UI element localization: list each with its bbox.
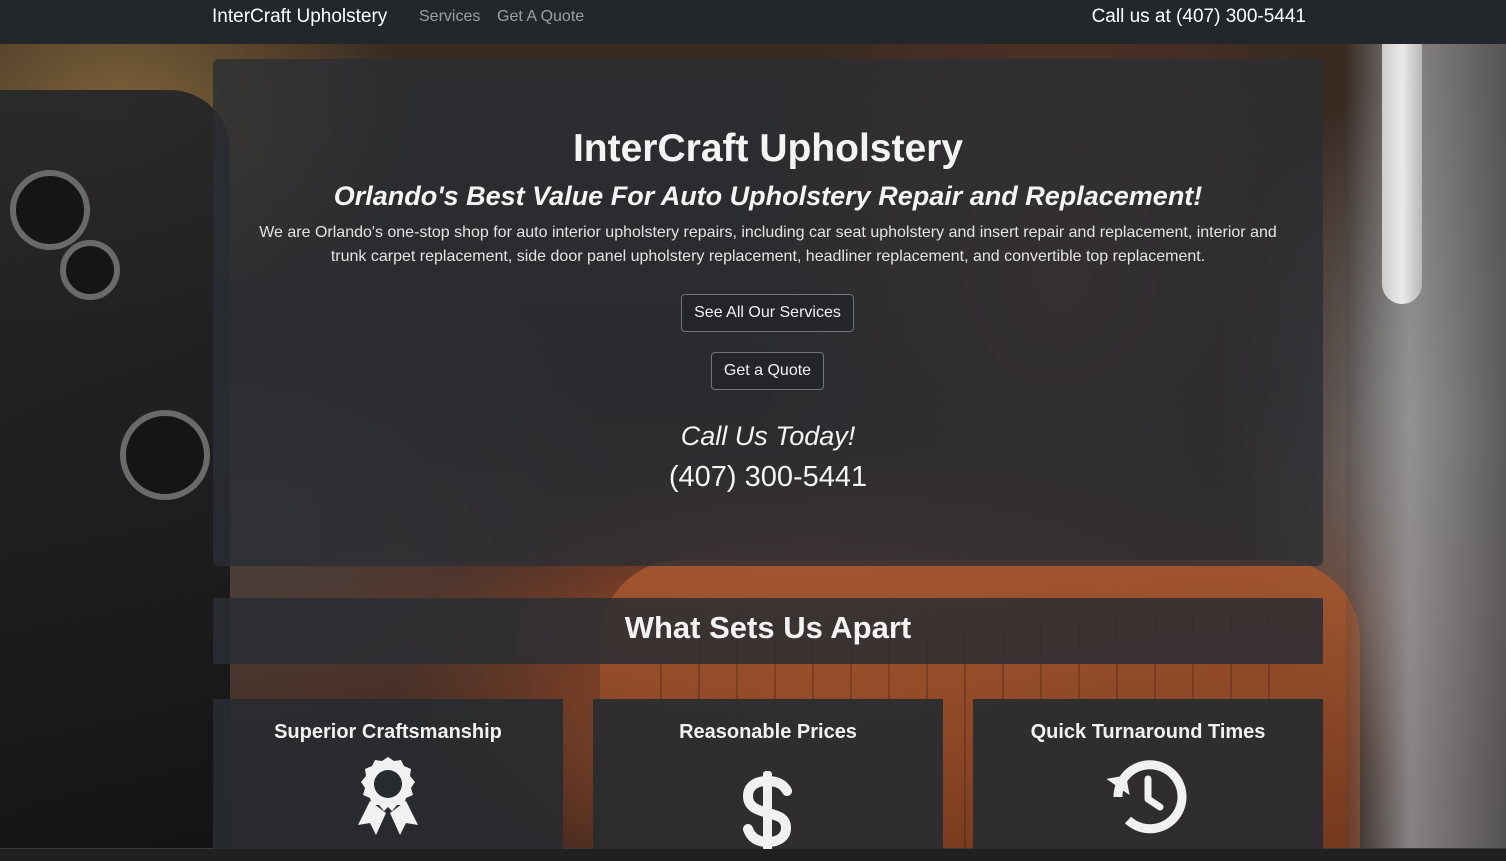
hero-card: InterCraft Upholstery Orlando's Best Val…	[213, 59, 1323, 566]
hero-phone-link[interactable]: (407) 300-5441	[213, 461, 1323, 494]
brand-link[interactable]: InterCraft Upholstery	[212, 6, 387, 28]
nav-link-services[interactable]: Services	[419, 8, 480, 26]
feature-card-turnaround: Quick Turnaround Times	[973, 699, 1323, 849]
award-icon	[356, 755, 420, 844]
history-icon	[1106, 755, 1190, 844]
background-vent	[60, 240, 120, 300]
dollar-icon	[742, 771, 793, 849]
background-door	[1346, 44, 1506, 861]
feature-card-craftsmanship: Superior Craftsmanship	[213, 699, 563, 849]
see-all-services-button[interactable]: See All Our Services	[681, 294, 854, 332]
hero-title: InterCraft Upholstery	[572, 127, 964, 170]
nav-phone-link[interactable]: Call us at (407) 300-5441	[1092, 6, 1306, 28]
navbar: InterCraft Upholstery Services Get A Quo…	[0, 0, 1506, 44]
background-pillar	[1382, 44, 1422, 304]
hero-subtitle: Orlando's Best Value For Auto Upholstery…	[333, 181, 1203, 211]
nav-link-get-a-quote[interactable]: Get A Quote	[497, 8, 584, 26]
call-us-today-heading: Call Us Today!	[680, 421, 856, 451]
background-cupholder	[120, 410, 210, 500]
section-title: What Sets Us Apart	[624, 610, 912, 645]
feature-title: Quick Turnaround Times	[1030, 721, 1266, 743]
hero-description: We are Orlando's one-stop shop for auto …	[259, 224, 1277, 265]
section-header: What Sets Us Apart	[213, 598, 1323, 664]
feature-title: Superior Craftsmanship	[274, 721, 502, 743]
get-a-quote-button[interactable]: Get a Quote	[711, 352, 824, 390]
background-vent	[10, 170, 90, 250]
bottom-strip	[0, 848, 1506, 861]
feature-title: Reasonable Prices	[679, 721, 857, 743]
feature-card-prices: Reasonable Prices	[593, 699, 943, 849]
